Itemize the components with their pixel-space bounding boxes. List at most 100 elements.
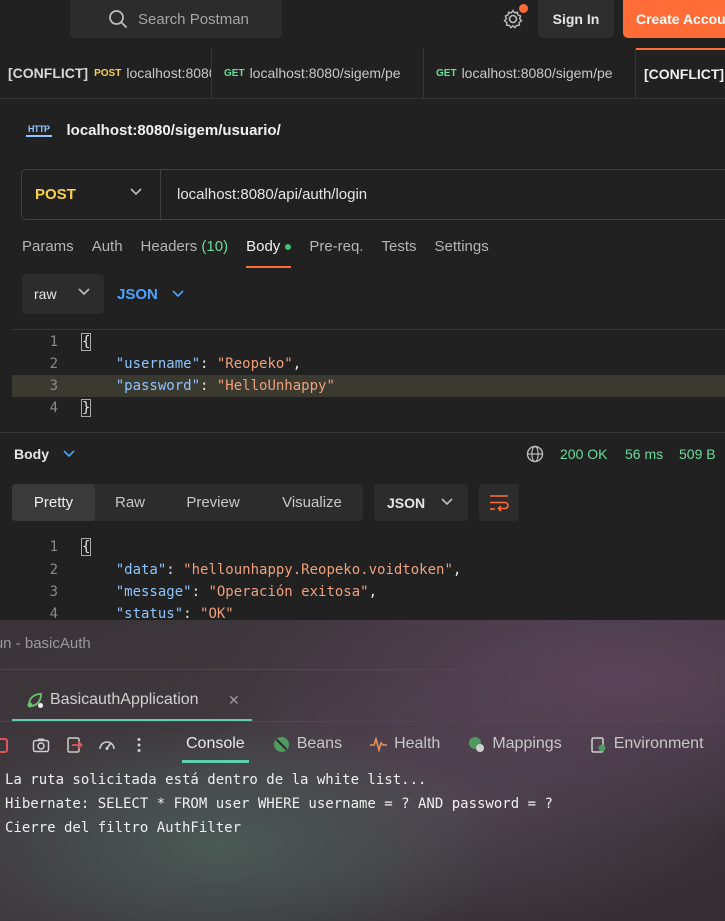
json-key: "data"	[115, 562, 167, 578]
chevron-down-icon	[78, 288, 90, 296]
chevron-down-icon	[63, 450, 75, 458]
json-value: "OK"	[200, 606, 234, 621]
json-value: "Operación exitosa"	[208, 584, 369, 600]
method-select[interactable]: POST	[22, 170, 161, 219]
code-brace: }	[80, 399, 92, 417]
wrap-lines-button[interactable]	[479, 484, 519, 521]
line-number: 2	[49, 356, 58, 372]
search-input[interactable]: Search Postman	[70, 0, 282, 38]
json-key: "status"	[115, 606, 184, 621]
tab-tests[interactable]: Tests	[382, 238, 417, 268]
view-preview[interactable]: Preview	[165, 484, 261, 521]
json-key: "password"	[115, 378, 201, 394]
run-panel-tabs: Console Beans Health Mappings Environmen…	[182, 725, 725, 763]
body-mode-select[interactable]: raw	[22, 274, 104, 314]
close-icon[interactable]: ✕	[228, 692, 240, 709]
response-body-viewer[interactable]: 1 { 2 "data": "hellounhappy.Reopeko.void…	[12, 536, 725, 621]
exit-icon[interactable]	[66, 736, 84, 754]
response-body-toggle[interactable]: Body	[14, 446, 75, 462]
tab-method: POST	[94, 67, 122, 79]
environment-icon	[590, 736, 606, 753]
top-bar: Search Postman Sign In Create Account	[0, 0, 725, 48]
stop-icon[interactable]	[0, 736, 10, 754]
sign-in-button[interactable]: Sign In	[538, 0, 614, 38]
create-account-button[interactable]: Create Account	[623, 0, 725, 38]
view-raw[interactable]: Raw	[95, 484, 165, 521]
response-time[interactable]: 56 ms	[625, 446, 663, 462]
more-vertical-icon[interactable]	[130, 736, 148, 754]
tab-conflict-post[interactable]: [CONFLICT] POST localhost:8080/sigem/usu…	[0, 48, 212, 98]
code-line: 2 "data": "hellounhappy.Reopeko.voidtoke…	[12, 559, 725, 581]
ide-run-panel: Run - basicAuth BasicauthApplication ✕ C…	[0, 620, 725, 921]
conflict-label: [CONFLICT]	[8, 65, 89, 81]
body-language-select[interactable]: JSON	[117, 286, 184, 303]
camera-icon[interactable]	[32, 736, 50, 754]
line-number: 3	[49, 584, 58, 600]
response-language-label: JSON	[387, 494, 426, 511]
tab-params[interactable]: Params	[22, 238, 74, 268]
beans-icon	[273, 736, 289, 752]
method-label: POST	[35, 186, 76, 203]
json-value: "hellounhappy.Reopeko.voidtoken"	[183, 562, 453, 578]
tab-health[interactable]: Health	[370, 725, 440, 763]
console-output[interactable]: La ruta solicitada está dentro de la whi…	[5, 768, 553, 840]
wrap-lines-icon	[490, 495, 509, 512]
tab-beans[interactable]: Beans	[273, 725, 342, 763]
code-line: 1 {	[12, 331, 725, 353]
tab-prereq[interactable]: Pre-req.	[309, 238, 363, 268]
health-icon	[370, 735, 388, 753]
code-brace: {	[80, 333, 92, 351]
tab-label: Environment	[613, 735, 704, 752]
line-number: 4	[49, 606, 58, 621]
headers-label: Headers	[140, 238, 198, 255]
line-number: 3	[49, 378, 58, 394]
tab-label: Mappings	[492, 735, 562, 752]
globe-icon[interactable]	[526, 445, 544, 463]
body-language-label: JSON	[117, 285, 158, 303]
code-line: 4 }	[12, 397, 725, 419]
code-brace: {	[80, 538, 92, 556]
console-line: Cierre del filtro AuthFilter	[5, 820, 242, 836]
run-config-tab[interactable]: BasicauthApplication ✕	[12, 680, 252, 722]
active-dot	[285, 244, 292, 251]
response-label: Body	[14, 446, 49, 462]
request-name[interactable]: localhost:8080/sigem/usuario/	[67, 122, 281, 139]
chevron-down-icon	[130, 188, 142, 196]
status-code[interactable]: 200 OK	[560, 446, 607, 462]
chevron-down-icon	[441, 498, 453, 506]
tab-headers[interactable]: Headers (10)	[141, 238, 229, 268]
console-line: Hibernate: SELECT * FROM user WHERE user…	[5, 796, 553, 812]
divider	[0, 721, 725, 722]
url-input[interactable]: localhost:8080/api/auth/login	[177, 170, 367, 219]
http-icon: HTTP	[26, 123, 52, 137]
tab-console[interactable]: Console	[182, 725, 249, 763]
line-number: 2	[49, 562, 58, 578]
tab-body[interactable]: Body	[246, 238, 292, 268]
view-pretty[interactable]: Pretty	[12, 484, 95, 521]
mappings-icon	[469, 736, 485, 752]
tab-label: Beans	[296, 735, 343, 752]
json-key: "message"	[115, 584, 192, 600]
tab-settings[interactable]: Settings	[435, 238, 489, 268]
tab-get-1[interactable]: GET localhost:8080/sigem/pe	[212, 48, 424, 98]
request-body-editor[interactable]: 1 { 2 "username": "Reopeko", 3 "password…	[12, 329, 725, 421]
chevron-down-icon	[172, 290, 184, 298]
spring-run-icon	[27, 693, 43, 708]
request-title: HTTP localhost:8080/sigem/usuario/	[26, 118, 281, 142]
tab-get-2[interactable]: GET localhost:8080/sigem/pe	[424, 48, 636, 98]
notification-dot	[519, 4, 528, 13]
response-view-tabs: Pretty Raw Preview Visualize	[12, 484, 363, 521]
view-visualize[interactable]: Visualize	[261, 484, 363, 521]
tab-environment[interactable]: Environment	[590, 725, 704, 763]
response-language-select[interactable]: JSON	[374, 484, 468, 521]
settings-gear-button[interactable]	[502, 4, 528, 30]
tab-title: localhost:8080/sigem/pe	[249, 65, 401, 81]
tab-method: GET	[224, 67, 245, 79]
tab-conflict-active[interactable]: [CONFLICT]	[636, 48, 725, 98]
tab-mappings[interactable]: Mappings	[468, 725, 562, 763]
tab-method: GET	[436, 67, 457, 79]
response-size[interactable]: 509 B	[679, 446, 716, 462]
url-bar: POST localhost:8080/api/auth/login	[21, 169, 725, 220]
gauge-icon[interactable]	[98, 736, 116, 754]
tab-auth[interactable]: Auth	[92, 238, 123, 268]
